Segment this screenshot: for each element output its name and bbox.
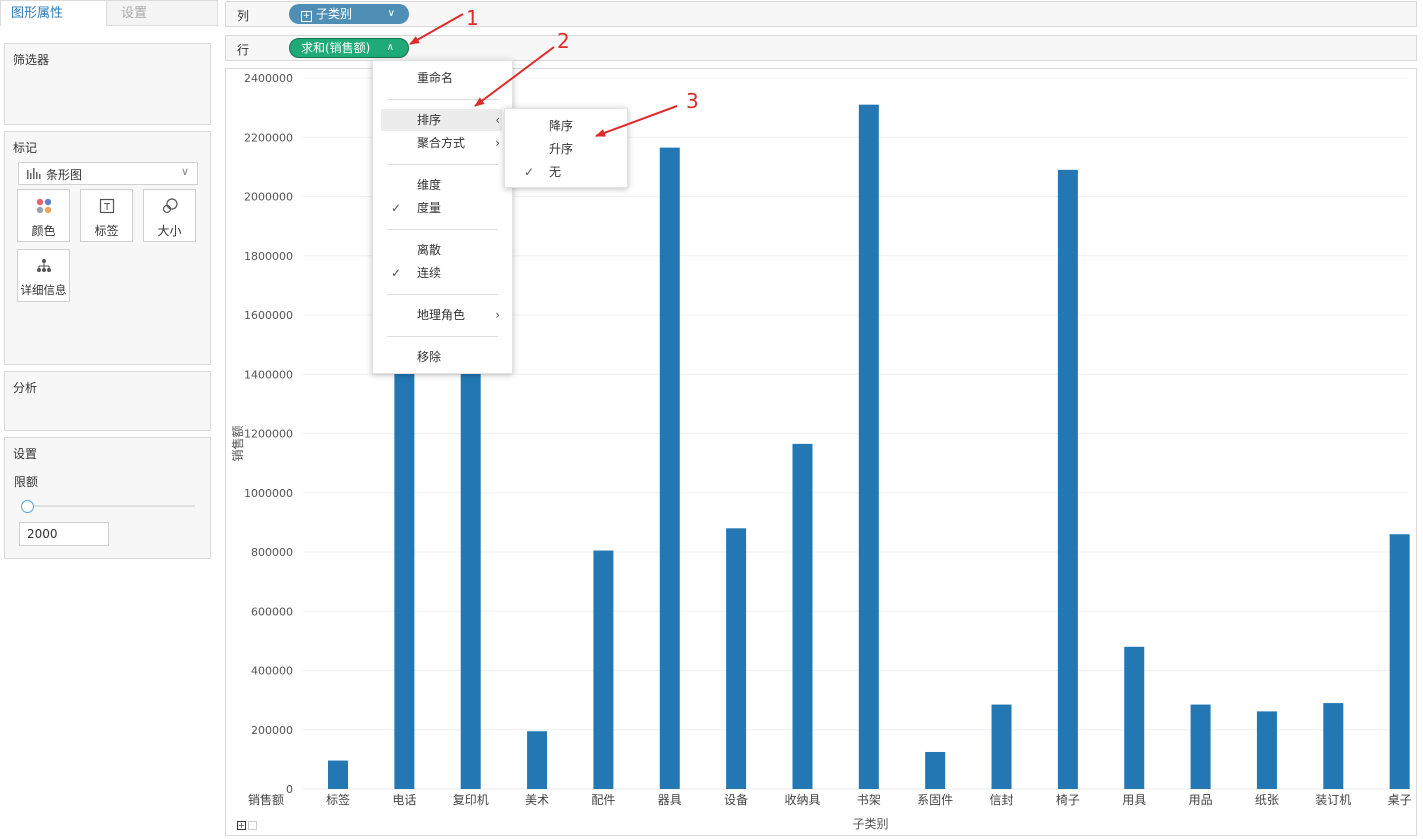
annotation-label-1: 1 [466, 6, 479, 30]
annotation-arrow-1 [409, 13, 464, 45]
annotation-label-3: 3 [686, 89, 699, 113]
annotation-arrow-2 [474, 46, 555, 107]
annotation-label-2: 2 [557, 29, 570, 53]
annotation-layer [409, 13, 678, 137]
annotation-arrow-3 [595, 105, 678, 137]
